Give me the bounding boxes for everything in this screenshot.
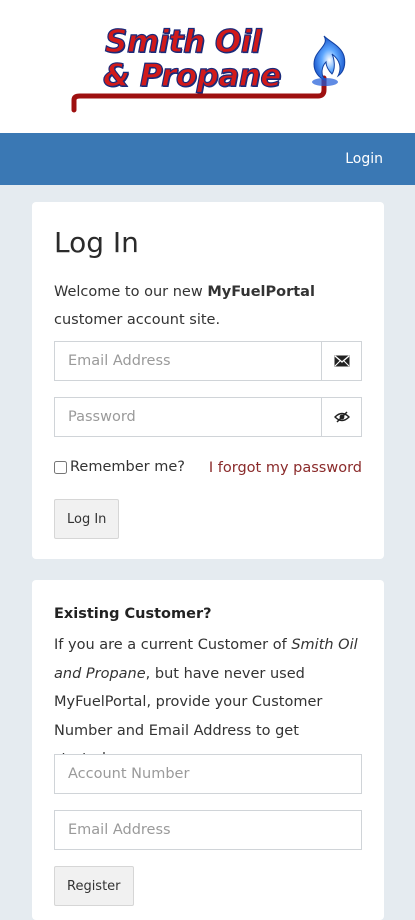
register-email-field (54, 810, 362, 850)
password-field (54, 397, 362, 437)
email-input[interactable] (55, 342, 321, 380)
remember-me: Remember me? (54, 459, 185, 475)
welcome-prefix: Welcome to our new (54, 284, 208, 300)
welcome-text: Welcome to our new MyFuelPortal customer… (54, 278, 364, 334)
welcome-suffix: customer account site. (54, 312, 221, 328)
password-input[interactable] (55, 398, 321, 436)
existing-customer-title: Existing Customer? (54, 606, 212, 622)
login-card: Log In Welcome to our new MyFuelPortal c… (32, 202, 384, 559)
register-button[interactable]: Register (54, 866, 134, 906)
navbar: Login (0, 133, 415, 185)
login-button[interactable]: Log In (54, 499, 120, 539)
email-field (54, 341, 362, 381)
brand-name-line2: & Propane (102, 57, 282, 94)
nav-login-link[interactable]: Login (345, 151, 383, 167)
account-number-field (54, 754, 362, 794)
register-card: Existing Customer? If you are a current … (32, 580, 384, 920)
header: Smith Oil & Propane (0, 0, 415, 133)
flame-icon (312, 35, 346, 86)
forgot-password-link[interactable]: I forgot my password (209, 460, 362, 476)
envelope-icon (321, 342, 361, 380)
brand-logo[interactable]: Smith Oil & Propane (68, 22, 352, 114)
register-email-input[interactable] (55, 811, 361, 849)
account-number-input[interactable] (55, 755, 361, 793)
eye-slash-icon[interactable] (321, 398, 361, 436)
welcome-brand: MyFuelPortal (207, 284, 315, 300)
remember-me-checkbox[interactable] (54, 460, 67, 474)
remember-me-label: Remember me? (70, 459, 185, 475)
brand-name-line1: Smith Oil (104, 23, 262, 60)
register-text-prefix: If you are a current Customer of (54, 637, 292, 653)
existing-customer-text: If you are a current Customer of Smith O… (54, 631, 359, 774)
page-title: Log In (54, 226, 139, 259)
